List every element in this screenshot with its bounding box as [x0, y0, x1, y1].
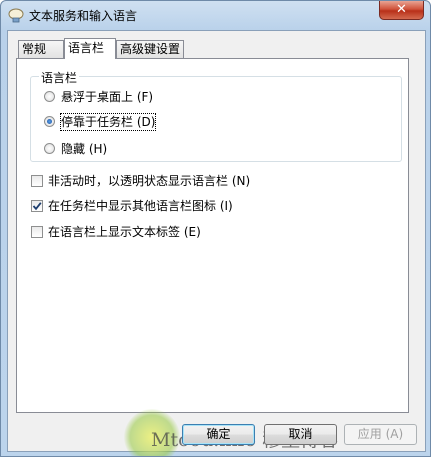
checkbox[interactable] — [31, 200, 43, 212]
title-bar[interactable]: 文本服务和输入语言 ✕ — [1, 1, 430, 31]
checkbox[interactable] — [31, 175, 43, 187]
radio-label: 隐藏 (H) — [61, 142, 108, 156]
checkmark-icon — [32, 202, 42, 211]
tab-general[interactable]: 常规 — [18, 40, 64, 58]
radio-button[interactable] — [44, 116, 55, 127]
radio-button[interactable] — [44, 143, 55, 154]
speech-bubble-icon — [8, 8, 24, 23]
radio-label: 悬浮于桌面上 (F) — [61, 90, 154, 104]
close-button[interactable]: ✕ — [379, 1, 424, 20]
group-title: 语言栏 — [39, 69, 80, 86]
cancel-button[interactable]: 取消 — [264, 424, 337, 445]
checkbox-label: 在语言栏上显示文本标签 (E) — [48, 225, 201, 239]
tab-advanced-key-settings-label: 高级键设置 — [120, 42, 181, 56]
tab-language-bar-label: 语言栏 — [68, 41, 105, 55]
checkbox-label: 非活动时，以透明状态显示语言栏 (N) — [48, 174, 251, 188]
window-title: 文本服务和输入语言 — [29, 9, 138, 23]
radio-button[interactable] — [44, 91, 55, 102]
checkbox-label: 在任务栏中显示其他语言栏图标 (I) — [48, 199, 233, 213]
dialog-client-area: 常规 语言栏 高级键设置 语言栏 悬浮于桌面上 (F) 停靠于任务栏 (D) 隐… — [7, 30, 426, 456]
radio-label: 停靠于任务栏 (D) — [59, 113, 157, 131]
dialog-window: 文本服务和输入语言 ✕ 常规 语言栏 高级键设置 语言栏 悬浮于桌面上 (F) — [0, 0, 431, 457]
tab-panel: 语言栏 悬浮于桌面上 (F) 停靠于任务栏 (D) 隐藏 (H) 非活动时，以透… — [16, 58, 409, 413]
tab-language-bar[interactable]: 语言栏 — [64, 38, 116, 59]
apply-button[interactable]: 应用 (A) — [344, 424, 417, 445]
checkbox[interactable] — [31, 226, 43, 238]
tab-advanced-key-settings[interactable]: 高级键设置 — [116, 40, 184, 58]
language-bar-groupbox: 语言栏 悬浮于桌面上 (F) 停靠于任务栏 (D) 隐藏 (H) — [30, 69, 402, 162]
ok-button[interactable]: 确定 — [182, 424, 255, 445]
close-icon: ✕ — [396, 2, 407, 17]
tab-general-label: 常规 — [22, 42, 47, 56]
